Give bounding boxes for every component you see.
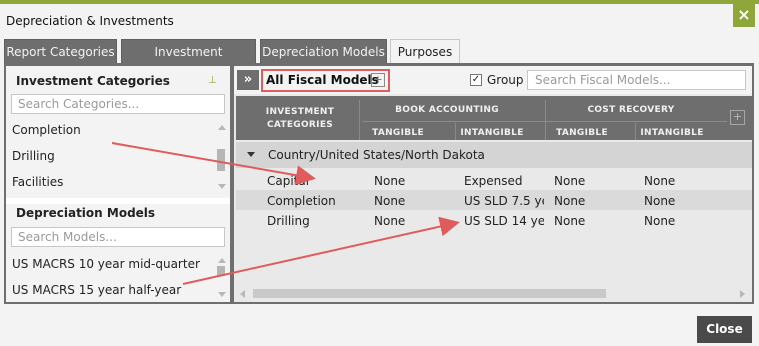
add-column-icon[interactable]: + — [730, 110, 745, 125]
collapse-caret-icon[interactable] — [247, 152, 255, 157]
search-fiscal-models-input[interactable]: Search Fiscal Models... — [527, 70, 746, 90]
group-label: Country/United States/North Dakota — [268, 148, 485, 162]
category-item-drilling[interactable]: Drilling — [12, 149, 55, 163]
header-book-intangible[interactable]: INTANGIBLE — [456, 128, 528, 138]
cell-cost-tangible: None — [554, 174, 586, 188]
header-cost-tangible[interactable]: TANGIBLE — [546, 128, 618, 138]
header-divider — [545, 100, 546, 140]
tab-investment-categories[interactable]: Investment Categories — [121, 39, 256, 84]
add-icon[interactable]: + — [371, 73, 385, 87]
table-row[interactable]: Completion None US SLD 7.5 year None Non… — [236, 190, 752, 210]
model-item-macrs-15[interactable]: US MACRS 15 year half-year — [12, 283, 181, 297]
dialog-title: Depreciation & Investments — [6, 14, 174, 28]
investment-categories-heading: Investment Categories — [16, 74, 170, 88]
header-investment-categories[interactable]: INVESTMENT CATEGORIES — [254, 106, 346, 132]
cell-book-intangible: Expensed — [464, 174, 523, 188]
cell-book-intangible: US SLD 7.5 year — [464, 194, 544, 208]
search-models-input[interactable]: Search Models... — [11, 227, 225, 247]
scroll-up-icon[interactable] — [218, 258, 226, 263]
header-book-accounting: BOOK ACCOUNTING — [395, 105, 499, 115]
models-scrollbar-thumb[interactable] — [217, 266, 225, 276]
category-item-facilities[interactable]: Facilities — [12, 175, 63, 189]
tab-purposes[interactable]: Purposes — [390, 39, 460, 64]
header-divider — [359, 100, 360, 140]
cell-cost-intangible: None — [644, 194, 676, 208]
cell-category: Drilling — [267, 214, 310, 228]
scroll-right-icon[interactable] — [740, 290, 745, 298]
search-categories-input[interactable]: Search Categories... — [11, 94, 225, 114]
double-chevron-down-icon[interactable]: » — [237, 70, 259, 90]
cell-book-tangible: None — [374, 214, 406, 228]
scroll-up-icon[interactable] — [218, 125, 226, 130]
tab-report-categories[interactable]: Report Categories — [4, 39, 117, 64]
table-row[interactable]: Drilling None US SLD 14 year None None — [236, 210, 752, 230]
scroll-left-icon[interactable] — [240, 290, 245, 298]
scroll-down-icon[interactable] — [218, 184, 226, 189]
close-button[interactable]: Close — [697, 316, 752, 343]
header-divider — [455, 123, 456, 140]
horizontal-scrollbar-thumb[interactable] — [253, 289, 606, 298]
scroll-down-icon[interactable] — [218, 292, 226, 297]
cell-category: Completion — [267, 194, 336, 208]
cell-cost-tangible: None — [554, 214, 586, 228]
cell-category: Capital — [267, 174, 310, 188]
dialog-titlebar: Depreciation & Investments — [0, 4, 759, 34]
panel-divider — [6, 198, 230, 204]
header-cost-recovery: COST RECOVERY — [587, 105, 675, 115]
cell-cost-intangible: None — [644, 214, 676, 228]
cell-book-tangible: None — [374, 174, 406, 188]
all-fiscal-models-label[interactable]: All Fiscal Models — [266, 73, 379, 87]
cell-cost-tangible: None — [554, 194, 586, 208]
cell-book-intangible: US SLD 14 year — [464, 214, 544, 228]
tab-depreciation-models[interactable]: Depreciation Models — [260, 39, 387, 64]
model-item-macrs-10[interactable]: US MACRS 10 year mid-quarter — [12, 257, 200, 271]
category-item-completion[interactable]: Completion — [12, 123, 81, 137]
group-label: Group — [487, 73, 524, 87]
header-cost-intangible[interactable]: INTANGIBLE — [636, 128, 708, 138]
cell-cost-intangible: None — [644, 174, 676, 188]
pin-icon[interactable]: ⊥ — [208, 75, 217, 86]
depreciation-models-heading: Depreciation Models — [16, 206, 156, 220]
close-icon[interactable]: × — [733, 3, 755, 27]
cell-book-tangible: None — [374, 194, 406, 208]
table-row[interactable]: Capital None Expensed None None — [236, 170, 752, 190]
header-book-tangible[interactable]: TANGIBLE — [362, 128, 434, 138]
group-checkbox[interactable]: ✓ — [470, 74, 482, 86]
header-divider — [635, 123, 636, 140]
categories-scrollbar-thumb[interactable] — [217, 149, 225, 171]
